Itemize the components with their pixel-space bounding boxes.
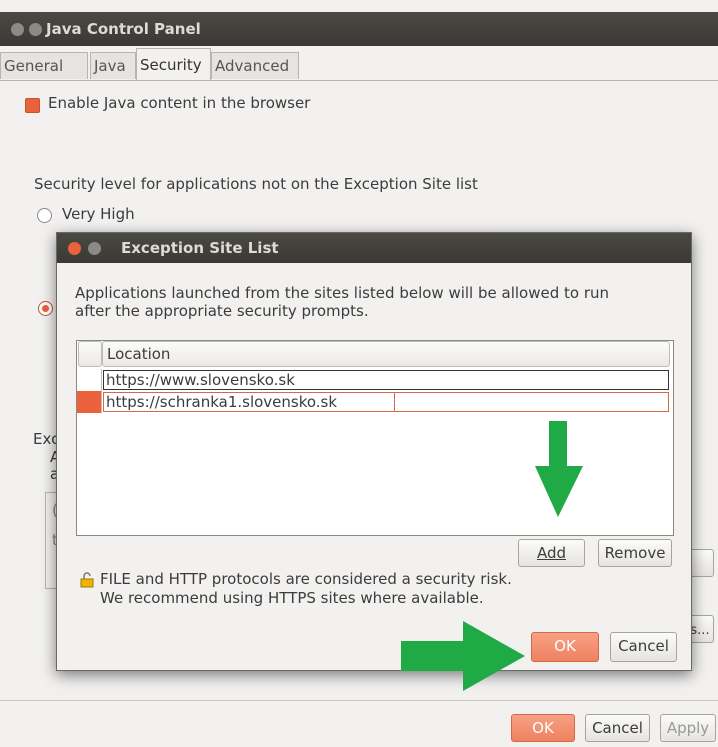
warning-text: We recommend using HTTPS sites where ava…	[100, 589, 484, 607]
dialog-ok-button[interactable]: OK	[531, 632, 599, 662]
dialog-titlebar: Exception Site List	[57, 233, 691, 263]
footer-separator	[0, 700, 718, 701]
row-checkbox[interactable]	[77, 369, 102, 391]
dialog-description: after the appropriate security prompts.	[75, 302, 369, 320]
very-high-radio[interactable]	[37, 208, 52, 223]
table-row[interactable]: https://www.slovensko.sk	[77, 369, 671, 391]
dialog-title: Exception Site List	[121, 239, 279, 257]
table-header: Location	[76, 341, 672, 367]
remove-button[interactable]: Remove	[598, 539, 672, 567]
tab-security[interactable]: Security	[136, 48, 211, 80]
table-row[interactable]: https://schranka1.slovensko.sk	[77, 391, 671, 413]
tab-advanced[interactable]: Advanced	[211, 52, 299, 79]
header-location-column[interactable]: Location	[102, 341, 670, 367]
footer-apply-button[interactable]: Apply	[660, 714, 716, 742]
security-level-heading: Security level for applications not on t…	[34, 175, 478, 193]
row-location-input[interactable]: https://schranka1.slovensko.sk	[103, 392, 395, 412]
annotation-arrow-right-icon	[401, 621, 525, 691]
high-radio[interactable]	[38, 301, 53, 316]
exception-site-list-dialog: Exception Site List Applications launche…	[56, 232, 692, 691]
row-edit-border	[395, 392, 669, 412]
row-checkbox[interactable]	[77, 391, 102, 413]
close-icon[interactable]	[11, 23, 24, 36]
warning-text: FILE and HTTP protocols are considered a…	[100, 570, 512, 588]
annotation-arrow-down-icon	[535, 421, 583, 517]
tab-java[interactable]: Java	[90, 52, 136, 79]
dialog-cancel-button[interactable]: Cancel	[610, 632, 677, 662]
close-icon[interactable]	[68, 242, 81, 255]
row-location[interactable]: https://www.slovensko.sk	[103, 370, 669, 390]
enable-java-label: Enable Java content in the browser	[48, 94, 311, 112]
lock-icon	[80, 572, 94, 588]
dialog-description: Applications launched from the sites lis…	[75, 284, 610, 302]
window-title: Java Control Panel	[46, 20, 201, 38]
footer-cancel-button[interactable]: Cancel	[585, 714, 650, 742]
tab-general[interactable]: General	[0, 52, 88, 79]
header-checkbox-column[interactable]	[78, 341, 102, 367]
minimize-icon[interactable]	[88, 242, 101, 255]
very-high-label: Very High	[62, 205, 135, 223]
footer-ok-button[interactable]: OK	[511, 714, 575, 742]
minimize-icon[interactable]	[29, 23, 42, 36]
add-button[interactable]: Add	[518, 539, 585, 567]
enable-java-checkbox[interactable]	[25, 98, 40, 113]
window-titlebar: Java Control Panel	[0, 12, 718, 46]
